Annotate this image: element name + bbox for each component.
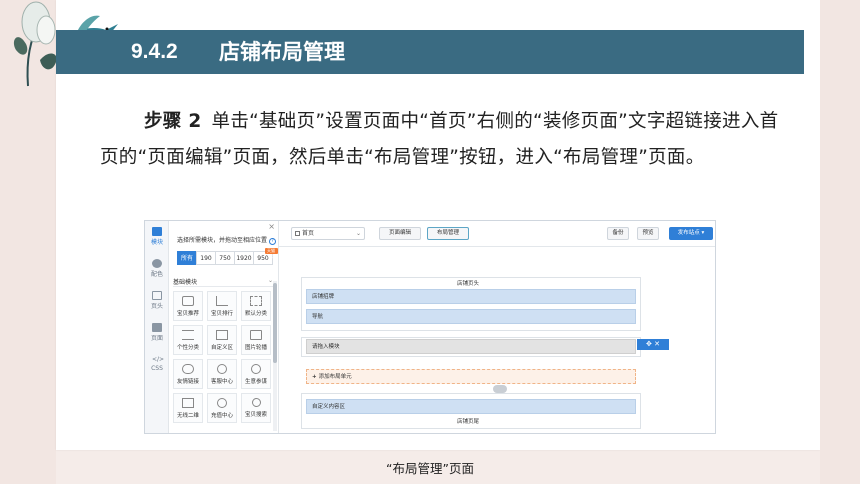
help-icon[interactable]: ? [269,238,277,245]
module-ranking[interactable]: 宝贝排行 [207,291,237,321]
rail-item-page[interactable]: 页面 [145,323,169,342]
module-panel: × 选择所需模块，并拖动至相应位置? 所有 190 750 1920 950 天… [169,221,279,433]
footer-title: 店铺页尾 [456,419,479,425]
module-carousel[interactable]: 图片轮播 [241,325,271,355]
tmall-badge: 天猫专用 [265,248,278,259]
code-icon: </> [152,356,165,363]
rail-item-header[interactable]: 页头 [145,291,169,310]
module-hint: 选择所需模块，并拖动至相应位置? [177,235,277,245]
module-custom-area[interactable]: 自定义区 [207,325,237,355]
rail-item-colors[interactable]: 配色 [145,259,169,278]
step-paragraph: 步骤 2 单击“基础页”设置页面中“首页”右侧的“装修页面”文字超链接进入首页的“… [100,104,780,176]
custom-category-icon [182,330,194,340]
module-service[interactable]: 客服中心 [207,359,237,389]
page-edit-button[interactable]: 页面编辑 [379,227,421,240]
rail-item-css[interactable]: </> CSS [145,355,169,372]
recharge-icon [217,398,227,408]
page-select[interactable]: 首页 ⌄ [291,227,365,240]
qrcode-icon [182,398,194,408]
layout-canvas: 店铺页头 店铺招牌 导航 请拖入模块 + 添加布局单元 自定义内容区 店铺页尾 [301,269,641,429]
module-scrollbar[interactable] [273,281,277,431]
publish-button[interactable]: 发布站点 ▾ [669,227,713,240]
drag-handle[interactable] [493,385,507,393]
search-icon [251,398,261,407]
close-icon[interactable]: ✕ [654,340,660,348]
custom-area-icon [216,330,228,340]
module-tools[interactable]: ✥ ✕ [637,339,669,350]
module-custom-category[interactable]: 个性分类 [173,325,203,355]
section-number: 9.4.2 [131,40,178,63]
palette-icon [152,259,162,268]
grid-icon [152,227,162,236]
link-icon [182,364,194,374]
header-icon [152,291,162,300]
module-business-advisor[interactable]: 生意参谋 [241,359,271,389]
module-qrcode[interactable]: 无线二维 [173,393,203,423]
module-default-category[interactable]: 默认分类 [241,291,271,321]
drop-module-bar[interactable]: 请拖入模块 [306,339,636,354]
ranking-icon [216,296,228,306]
step-label: 步骤 2 [144,111,202,132]
close-icon[interactable]: × [268,222,275,231]
page-icon [295,231,300,236]
scrollbar-thumb[interactable] [273,283,277,363]
custom-area-bar[interactable]: 自定义内容区 [306,399,636,414]
recommend-icon [182,296,194,306]
size-tab-all[interactable]: 所有 [177,251,197,265]
carousel-icon [250,330,262,340]
backup-button[interactable]: 备份 [607,227,629,240]
add-layout-unit-bar[interactable]: + 添加布局单元 [306,369,636,384]
nav-bar[interactable]: 导航 [306,309,636,324]
layout-manage-button[interactable]: 布局管理 [427,227,469,240]
chevron-down-icon: ⌄ [355,230,361,237]
module-item-search[interactable]: 宝贝搜索 [241,393,271,423]
figure-caption: “布局管理”页面 [386,461,474,476]
module-group-header[interactable]: 基础模块 ⌄ [173,277,273,287]
editor-toolbar: 首页 ⌄ 页面编辑 布局管理 备份 预览 发布站点 ▾ [279,221,715,247]
header-title: 店铺页头 [456,281,479,287]
layout-workspace: 首页 ⌄ 页面编辑 布局管理 备份 预览 发布站点 ▾ 店铺页头 店铺招牌 导航… [279,221,715,433]
module-recharge[interactable]: 充值中心 [207,393,237,423]
size-filter-tabs: 所有 190 750 1920 950 [177,251,273,265]
layout-manage-screenshot: 模块 配色 页头 页面 </> CSS × 选择所需模块，并拖动至相应位置? 所… [144,220,716,434]
section-title: 店铺布局管理 [219,40,345,64]
compass-icon [251,364,261,374]
size-tab-190[interactable]: 190 [196,251,216,265]
editor-icon-rail: 模块 配色 页头 页面 </> CSS [145,221,169,433]
service-icon [217,364,227,374]
move-icon[interactable]: ✥ [646,340,652,348]
module-recommend[interactable]: 宝贝推荐 [173,291,203,321]
plus-icon: + [312,374,317,380]
rail-item-modules[interactable]: 模块 [145,227,169,246]
slide-right-margin [820,0,860,484]
size-tab-750[interactable]: 750 [215,251,235,265]
page-icon [152,323,162,332]
size-tab-1920[interactable]: 1920 [234,251,254,265]
preview-button[interactable]: 预览 [637,227,659,240]
module-friend-link[interactable]: 友情链接 [173,359,203,389]
category-icon [250,296,262,306]
shop-sign-bar[interactable]: 店铺招牌 [306,289,636,304]
